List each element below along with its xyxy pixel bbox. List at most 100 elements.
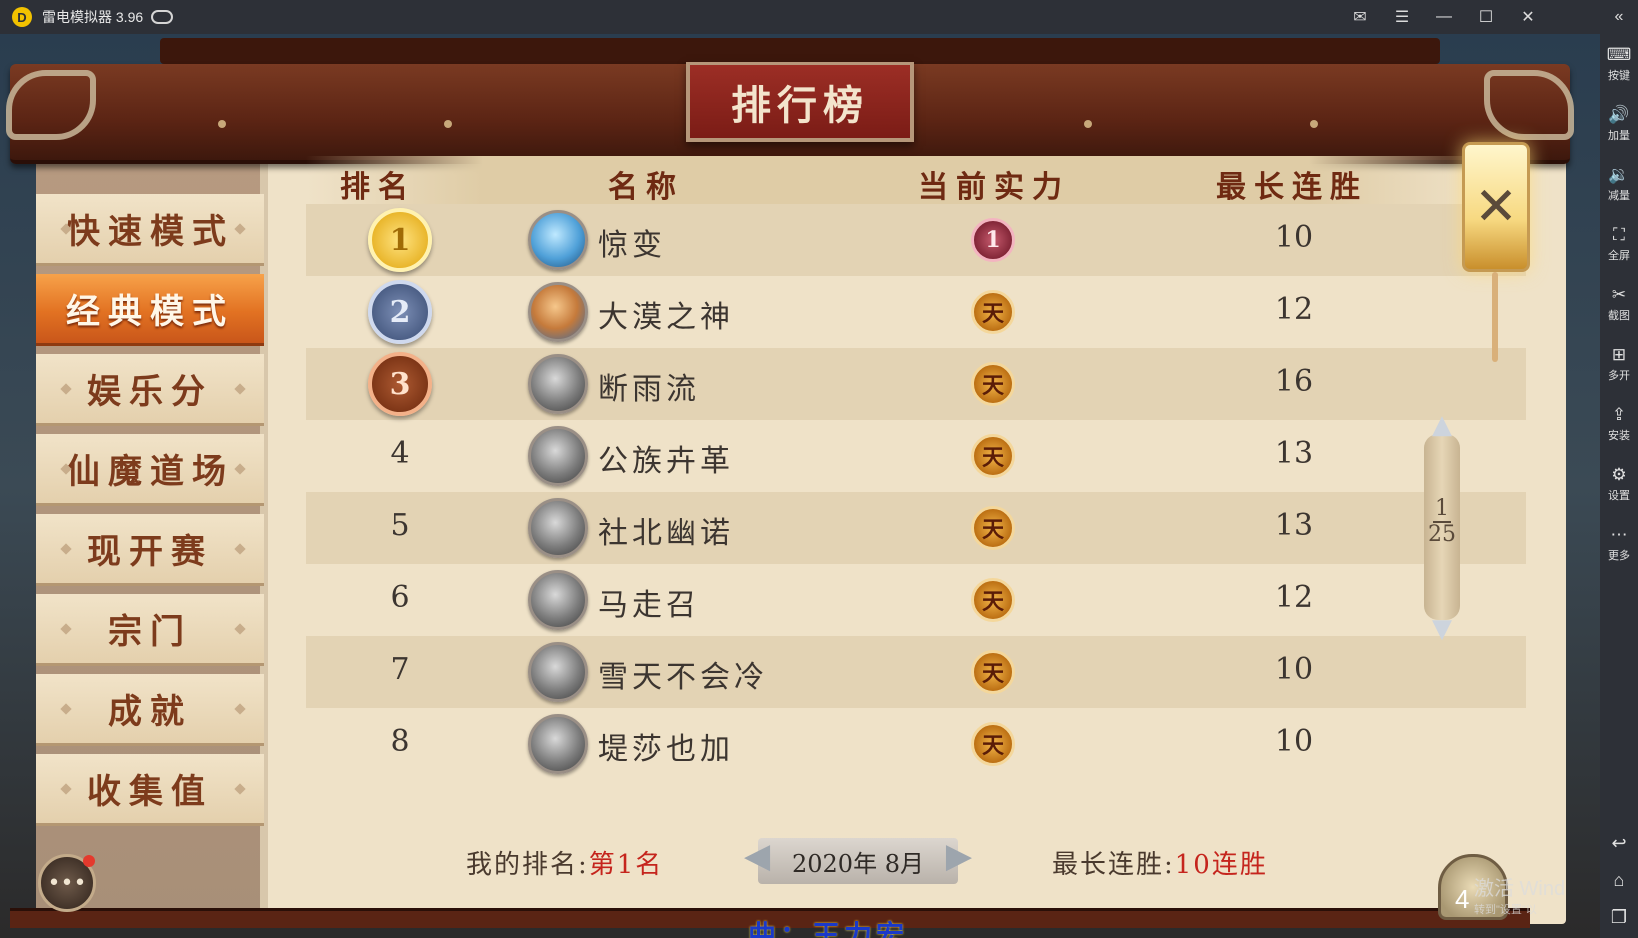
power-badge-icon: 1 xyxy=(971,218,1015,262)
chat-button[interactable]: ••• xyxy=(38,854,96,912)
menu-icon[interactable]: ☰ xyxy=(1392,7,1412,27)
nav-entertainment[interactable]: 娱乐分 xyxy=(36,354,264,426)
nav-classic-mode[interactable]: 经典模式 xyxy=(36,274,264,346)
thunder-logo-icon: D xyxy=(12,7,32,27)
game-screen: 快速模式 经典模式 娱乐分 仙魔道场 现开赛 宗门 成就 收集值 排行榜 排名 … xyxy=(0,34,1600,938)
table-row[interactable]: 6 马走召 天 12 xyxy=(306,564,1526,636)
power-badge-icon: 天 xyxy=(971,578,1015,622)
rank-number: 6 xyxy=(390,580,410,615)
nav-collection[interactable]: 收集值 xyxy=(36,754,264,826)
avatar[interactable] xyxy=(528,282,588,342)
power-badge-icon: 天 xyxy=(971,650,1015,694)
avatar[interactable] xyxy=(528,498,588,558)
next-month-icon[interactable]: ▶ xyxy=(946,836,972,876)
avatar[interactable] xyxy=(528,714,588,774)
mail-icon[interactable]: ✉ xyxy=(1350,7,1370,27)
table-row[interactable]: 1 惊变 1 10 xyxy=(306,204,1526,276)
page-scroller[interactable]: ▲ 1 25 ▼ xyxy=(1424,412,1460,642)
my-rank: 我的排名:第1名 xyxy=(466,850,664,880)
page-down-icon[interactable]: ▼ xyxy=(1418,616,1466,642)
table-row[interactable]: 2 大漠之神 天 12 xyxy=(306,276,1526,348)
chat-bubble-icon: ••• xyxy=(47,870,87,896)
power-badge-icon: 天 xyxy=(971,434,1015,478)
sidebar-item-install[interactable]: ⇪ 安装 xyxy=(1600,394,1638,454)
col-power: 当前实力 xyxy=(918,170,1070,205)
table-row[interactable]: 7 雪天不会冷 天 10 xyxy=(306,636,1526,708)
top-beam xyxy=(160,38,1440,64)
board-title: 排行榜 xyxy=(686,62,914,142)
gamepad-icon[interactable] xyxy=(151,10,174,24)
volume-down-icon: 🔉 xyxy=(1608,165,1630,184)
player-name: 雪天不会冷 xyxy=(598,660,768,695)
avatar[interactable] xyxy=(528,642,588,702)
counter-value: 4 xyxy=(1455,884,1470,914)
col-rank: 排名 xyxy=(340,170,416,205)
keyboard-icon: ⌨ xyxy=(1606,45,1632,64)
close-icon[interactable]: ✕ xyxy=(1518,7,1538,27)
nav-open-match[interactable]: 现开赛 xyxy=(36,514,264,586)
notification-dot xyxy=(83,855,95,867)
player-name: 大漠之神 xyxy=(598,300,734,335)
player-name: 惊变 xyxy=(598,228,666,263)
gear-icon: ⚙ xyxy=(1611,465,1627,484)
back-icon[interactable]: ↩ xyxy=(1611,833,1626,854)
lyrics-subtitle: 曲：王力宏 xyxy=(748,919,909,938)
month-selector[interactable]: ◀ 2020年 8月 ▶ xyxy=(744,836,972,884)
table-row[interactable]: 3 断雨流 天 16 xyxy=(306,348,1526,420)
minimize-icon[interactable]: — xyxy=(1434,8,1454,26)
home-icon[interactable]: ⌂ xyxy=(1614,870,1625,891)
avatar[interactable] xyxy=(528,426,588,486)
maximize-icon[interactable]: ☐ xyxy=(1476,7,1496,27)
page-up-icon[interactable]: ▲ xyxy=(1418,412,1466,438)
gold-medal-icon: 1 xyxy=(368,208,432,272)
win-streak: 10 xyxy=(1274,220,1314,255)
lantern-tassel xyxy=(1492,272,1498,362)
player-name: 堤莎也加 xyxy=(598,732,734,767)
avatar[interactable] xyxy=(528,570,588,630)
rank-number: 5 xyxy=(390,508,410,543)
nav-sect[interactable]: 宗门 xyxy=(36,594,264,666)
power-badge-icon: 天 xyxy=(971,506,1015,550)
win-streak: 10 xyxy=(1274,724,1314,759)
mode-nav: 快速模式 经典模式 娱乐分 仙魔道场 现开赛 宗门 成就 收集值 xyxy=(36,134,268,924)
close-button[interactable]: ✕ xyxy=(1462,142,1530,272)
col-streak: 最长连胜 xyxy=(1216,170,1368,205)
emulator-titlebar: D 雷电模拟器 3.96 ✉ ☰ — ☐ ✕ xyxy=(0,0,1638,34)
sidebar-item-volume-down[interactable]: 🔉 减量 xyxy=(1600,154,1638,214)
sidebar-item-settings[interactable]: ⚙ 设置 xyxy=(1600,454,1638,514)
sidebar-item-fullscreen[interactable]: ⛶ 全屏 xyxy=(1600,214,1638,274)
nav-achievement[interactable]: 成就 xyxy=(36,674,264,746)
win-streak: 12 xyxy=(1274,292,1314,327)
more-icon: ⋯ xyxy=(1610,525,1628,544)
nav-quick-mode[interactable]: 快速模式 xyxy=(36,194,264,266)
my-rank-value: 第1名 xyxy=(588,850,664,880)
sidebar-item-volume-up[interactable]: 🔊 加量 xyxy=(1600,94,1638,154)
table-row[interactable]: 8 堤莎也加 天 10 xyxy=(306,708,1526,780)
table-row[interactable]: 5 社北幽诺 天 13 xyxy=(306,492,1526,564)
recent-apps-icon[interactable]: ❐ xyxy=(1611,907,1627,928)
player-name: 公族卉革 xyxy=(598,444,734,479)
sidebar-item-multi[interactable]: ⊞ 多开 xyxy=(1600,334,1638,394)
sidebar-item-more[interactable]: ⋯ 更多 xyxy=(1600,514,1638,574)
win-streak: 13 xyxy=(1274,436,1314,471)
my-longest-streak: 最长连胜:10连胜 xyxy=(1052,850,1268,880)
table-header: 排名 名称 当前实力 最长连胜 xyxy=(306,156,1486,205)
sidebar-item-keymap[interactable]: ⌨ 按键 xyxy=(1600,34,1638,94)
multi-instance-icon: ⊞ xyxy=(1611,345,1627,364)
bronze-medal-icon: 3 xyxy=(368,352,432,416)
rank-number: 4 xyxy=(390,436,410,471)
volume-up-icon: 🔊 xyxy=(1608,105,1630,124)
windows-activation-watermark: 激活 Wind 转到"设置"以 xyxy=(1474,878,1566,916)
silver-medal-icon: 2 xyxy=(368,280,432,344)
avatar[interactable] xyxy=(528,354,588,414)
total-pages: 25 xyxy=(1428,522,1456,547)
prev-month-icon[interactable]: ◀ xyxy=(744,836,770,876)
scissors-icon: ✂ xyxy=(1611,285,1627,304)
avatar[interactable] xyxy=(528,210,588,270)
table-row[interactable]: 4 公族卉革 天 13 xyxy=(306,420,1526,492)
month-label: 2020年 8月 xyxy=(792,849,924,878)
nav-xianmo-arena[interactable]: 仙魔道场 xyxy=(36,434,264,506)
sidebar-item-screenshot[interactable]: ✂ 截图 xyxy=(1600,274,1638,334)
my-streak-value: 10连胜 xyxy=(1174,850,1268,880)
double-chevron-left-icon[interactable]: « xyxy=(1615,0,1624,34)
